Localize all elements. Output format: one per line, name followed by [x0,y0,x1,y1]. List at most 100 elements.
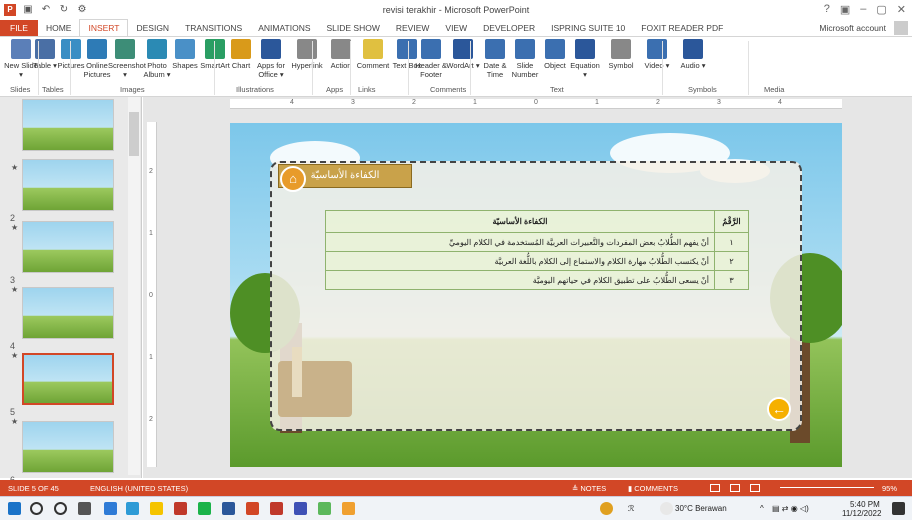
ribbon-button-apps-for-office[interactable]: Apps for Office ▾ [254,39,288,79]
ribbon-pictures-icon [61,39,81,59]
slide-thumbnail[interactable] [22,421,114,473]
back-button[interactable]: ← [767,397,791,421]
ruler-tick-label: 0 [534,99,538,106]
scrollbar-thumb[interactable] [129,112,139,156]
customize-qat-icon[interactable]: ⚙ [76,4,88,16]
ribbon-button-wordart[interactable]: WordArt ▾ [446,39,480,70]
whatsapp-icon[interactable] [198,502,211,515]
slide-thumbnail[interactable] [22,221,114,273]
powerpoint-icon[interactable] [246,502,259,515]
save-icon[interactable]: ▣ [22,4,34,16]
slide-thumbnail[interactable] [22,99,114,151]
tab-animations[interactable]: ANIMATIONS [250,20,318,36]
ribbon-button-video[interactable]: Video ▾ [640,39,674,70]
tab-developer[interactable]: DEVELOPER [475,20,543,36]
edge-icon[interactable] [104,502,117,515]
people-icon[interactable]: ℛ [628,504,634,513]
ribbon-button-label: Symbol [608,61,634,70]
avatar[interactable] [894,21,908,35]
close-icon[interactable]: ✕ [897,3,906,16]
clock-time[interactable]: 5:40 PM [850,500,880,509]
ribbon-button-date-time[interactable]: Date & Time [478,39,512,79]
minimize-icon[interactable]: – [860,3,866,16]
ribbon-button-comment[interactable]: Comment [356,39,390,70]
clock-date[interactable]: 11/12/2022 [842,509,881,518]
notes-button[interactable]: ≜ NOTES [572,484,606,493]
slide-canvas[interactable]: الكفاءة الأساسيّة ⌂ الرَّقْمُ الكفاءة ال… [230,123,842,467]
reading-view-icon[interactable] [750,484,760,492]
language-indicator[interactable]: ENGLISH (UNITED STATES) [90,484,188,493]
slide-thumbnail[interactable] [22,353,114,405]
task-view-icon[interactable] [78,502,91,515]
pdf-reader-icon[interactable] [270,502,283,515]
tab-home[interactable]: HOME [38,20,80,36]
home-button[interactable]: ⌂ [280,166,306,192]
tab-insert[interactable]: INSERT [79,19,129,36]
animation-star-icon: ★ [11,163,19,172]
word-icon[interactable] [222,502,235,515]
tray-chevron-icon[interactable]: ^ [760,504,764,513]
arrow-left-icon: ← [772,401,786,417]
tray-icons[interactable]: ▤ ⇄ ◉ ◁) [772,504,809,513]
help-icon[interactable]: ? [824,3,830,16]
file-explorer-icon[interactable] [150,502,163,515]
ruler-tick-label: 1 [595,99,599,106]
ribbon-button-label: Photo Album ▾ [143,61,171,79]
ribbon-button-equation[interactable]: Equation ▾ [568,39,602,79]
comments-button[interactable]: ▮ COMMENTS [628,484,678,493]
maximize-icon[interactable]: ▢ [876,3,886,16]
notification-app-icon[interactable] [600,502,613,515]
ribbon-button-chart[interactable]: Chart [224,39,258,70]
normal-view-icon[interactable] [710,484,720,492]
tab-design[interactable]: DESIGN [128,20,177,36]
undo-icon[interactable]: ↶ [40,4,52,16]
app-icon[interactable] [342,502,355,515]
cortana-icon[interactable] [54,502,67,515]
ribbon-group-links: Links [358,85,376,94]
tab-ispring-suite-10[interactable]: ISPRING SUITE 10 [543,20,633,36]
ribbon-button-action[interactable]: Action [324,39,358,70]
app-icon[interactable] [294,502,307,515]
zoom-level[interactable]: 95% [882,484,897,493]
tab-foxit-reader-pdf[interactable]: FOXIT READER PDF [633,20,731,36]
zoom-slider[interactable] [780,487,874,488]
chrome-icon[interactable] [126,502,139,515]
ribbon-button-slide-number[interactable]: Slide Number [508,39,542,79]
weather-icon[interactable] [660,502,673,515]
ribbon-button-shapes[interactable]: Shapes [168,39,202,70]
ribbon-button-screenshot[interactable]: Screenshot ▾ [108,39,146,79]
tab-review[interactable]: REVIEW [388,20,438,36]
table-row: ٢ أنْ يكتسب الطُّلابُ مهارة الكلام والاست… [325,251,749,271]
thumbnail-number: 5 [10,407,16,417]
ribbon-button-label: Slide Number [511,61,539,79]
ribbon-button-symbol[interactable]: Symbol [604,39,638,70]
slide-sorter-icon[interactable] [730,484,740,492]
ribbon-button-hyperlink[interactable]: Hyperlink [290,39,324,70]
ribbon-smartart-icon [205,39,225,59]
account-label[interactable]: Microsoft account [819,23,886,33]
tab-slide-show[interactable]: SLIDE SHOW [319,20,388,36]
ribbon-group-separator [312,41,313,95]
ribbon-chart-icon [231,39,251,59]
tab-file[interactable]: FILE [0,20,38,36]
slide-thumbnail[interactable] [22,159,114,211]
ribbon-button-audio[interactable]: Audio ▾ [676,39,710,70]
tab-view[interactable]: VIEW [437,20,475,36]
app-icon[interactable] [318,502,331,515]
ribbon-display-icon[interactable]: ▣ [840,3,850,16]
windows-start-icon[interactable] [8,502,21,515]
app-icon[interactable] [174,502,187,515]
weather-text[interactable]: 30°C Berawan [675,504,727,513]
windows-taskbar: ℛ 30°C Berawan ^ ▤ ⇄ ◉ ◁) 5:40 PM 11/12/… [0,496,912,520]
search-icon[interactable] [30,502,43,515]
ribbon-group-separator [38,41,39,95]
tab-transitions[interactable]: TRANSITIONS [177,20,250,36]
ribbon: New Slide ▾ Table ▾ Pictures Online Picture… [0,36,912,97]
redo-icon[interactable]: ↻ [58,4,70,16]
thumbnail-number: 2 [10,213,16,223]
ribbon-button-header-footer[interactable]: Header & Footer [414,39,448,79]
ribbon-button-label: Shapes [172,61,198,70]
notification-center-icon[interactable] [892,502,905,515]
ribbon-button-object[interactable]: Object [538,39,572,70]
slide-thumbnail[interactable] [22,287,114,339]
